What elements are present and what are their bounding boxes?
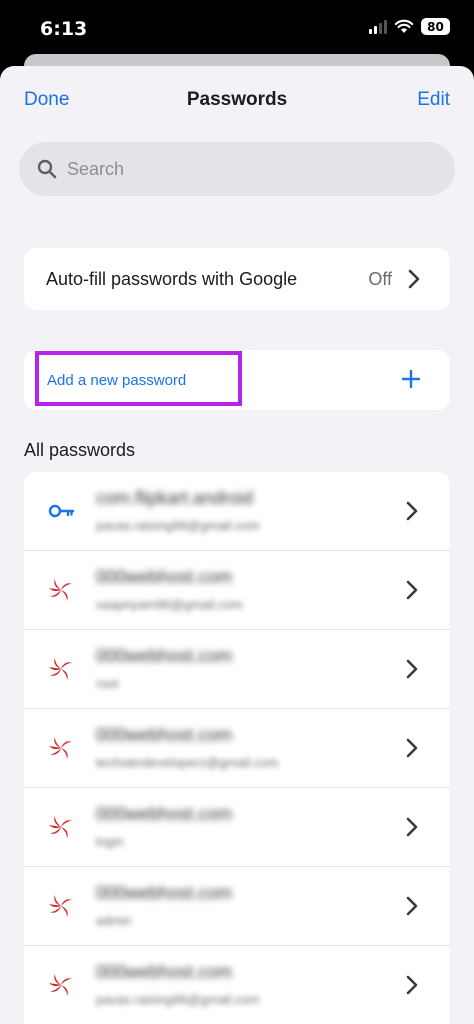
status-bar: 6:13 80 bbox=[0, 0, 474, 62]
chevron-right-icon bbox=[406, 817, 418, 837]
autofill-label: Auto-fill passwords with Google bbox=[46, 268, 298, 289]
password-username: pavas.raising96@gmail.com bbox=[96, 992, 260, 1007]
password-row[interactable]: 000webhost.com vaapriyam96@gmail.com bbox=[24, 551, 450, 630]
chevron-right-icon bbox=[406, 738, 418, 758]
autofill-value: Off bbox=[368, 268, 392, 289]
navigation-bar: Done Passwords Edit bbox=[0, 66, 474, 134]
chevron-right-icon bbox=[406, 659, 418, 679]
password-row[interactable]: com.flipkart.android pavas.raising96@gmai… bbox=[24, 472, 450, 551]
password-username: root bbox=[96, 676, 119, 691]
password-username: admin bbox=[96, 913, 132, 928]
password-site: com.flipkart.android bbox=[96, 488, 254, 508]
key-icon bbox=[46, 496, 76, 526]
status-time: 6:13 bbox=[40, 18, 88, 40]
highlight-box bbox=[35, 351, 242, 406]
chevron-right-icon bbox=[406, 580, 418, 600]
password-site: 000webhost.com bbox=[96, 567, 233, 587]
password-site: 000webhost.com bbox=[96, 804, 233, 824]
chevron-right-icon bbox=[406, 501, 418, 521]
search-icon bbox=[37, 159, 57, 179]
chevron-right-icon bbox=[406, 975, 418, 995]
done-button[interactable]: Done bbox=[24, 89, 69, 111]
password-site: 000webhost.com bbox=[96, 962, 233, 982]
password-username: techsterdeveloperz@gmail.com bbox=[96, 755, 279, 770]
search-input[interactable] bbox=[67, 158, 427, 180]
password-username: login bbox=[96, 834, 124, 849]
webhost-icon bbox=[46, 812, 76, 842]
password-site: 000webhost.com bbox=[96, 883, 233, 903]
webhost-icon bbox=[46, 733, 76, 763]
password-row[interactable]: 000webhost.com login bbox=[24, 788, 450, 867]
battery-icon: 80 bbox=[421, 18, 450, 35]
password-site: 000webhost.com bbox=[96, 646, 233, 666]
webhost-icon bbox=[46, 970, 76, 1000]
password-row[interactable]: 000webhost.com pavas.raising96@gmail.com bbox=[24, 946, 450, 1024]
webhost-icon bbox=[46, 654, 76, 684]
search-bar[interactable] bbox=[19, 142, 455, 196]
plus-icon[interactable] bbox=[402, 370, 420, 388]
passwords-sheet: Done Passwords Edit Auto-fill passwords … bbox=[0, 66, 474, 1024]
add-password-row[interactable]: Add a new password bbox=[24, 350, 450, 410]
password-row[interactable]: 000webhost.com admin bbox=[24, 867, 450, 946]
status-icons: 80 bbox=[369, 18, 450, 35]
password-row[interactable]: 000webhost.com techsterdeveloperz@gmail.c… bbox=[24, 709, 450, 788]
page-title: Passwords bbox=[186, 89, 288, 110]
wifi-icon bbox=[394, 19, 414, 33]
chevron-right-icon bbox=[408, 269, 420, 289]
password-username: pavas.raising96@gmail.com bbox=[96, 518, 260, 533]
section-header-all-passwords: All passwords bbox=[24, 440, 136, 460]
autofill-setting-row[interactable]: Auto-fill passwords with Google Off bbox=[24, 248, 450, 310]
webhost-icon bbox=[46, 575, 76, 605]
edit-button[interactable]: Edit bbox=[417, 89, 450, 111]
password-site: 000webhost.com bbox=[96, 725, 233, 745]
password-list: com.flipkart.android pavas.raising96@gmai… bbox=[24, 472, 450, 1024]
chevron-right-icon bbox=[406, 896, 418, 916]
webhost-icon bbox=[46, 891, 76, 921]
password-row[interactable]: 000webhost.com root bbox=[24, 630, 450, 709]
password-username: vaapriyam96@gmail.com bbox=[96, 597, 243, 612]
cellular-signal-icon bbox=[369, 19, 387, 34]
